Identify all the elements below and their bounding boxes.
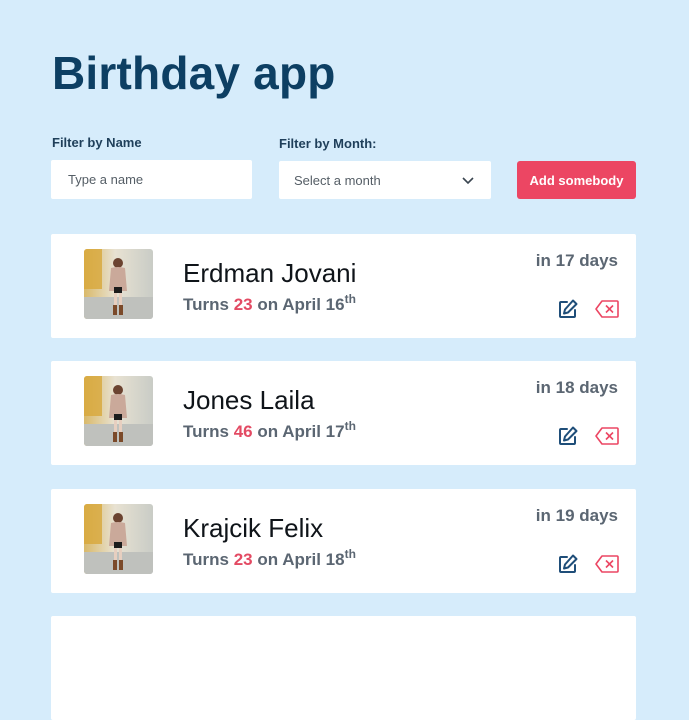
page-title: Birthday app xyxy=(52,47,336,99)
backspace-delete-icon[interactable] xyxy=(595,555,619,573)
date-suffix: th xyxy=(344,292,356,306)
age-value: 46 xyxy=(233,422,253,441)
avatar xyxy=(84,504,153,574)
person-card: Krajcik Felix Turns 23 on April 18th in … xyxy=(51,489,636,593)
birthday-info: Turns 46 on April 17th xyxy=(183,419,356,442)
person-name: Jones Laila xyxy=(183,385,315,415)
add-somebody-button[interactable]: Add somebody xyxy=(517,161,636,199)
countdown: in 19 days xyxy=(535,506,618,525)
person-card xyxy=(51,616,636,720)
avatar xyxy=(84,376,153,446)
countdown: in 18 days xyxy=(535,378,618,397)
filter-month-label: Filter by Month: xyxy=(279,136,377,151)
turns-prefix: Turns xyxy=(183,295,229,314)
filter-name-label: Filter by Name xyxy=(52,135,142,150)
turns-prefix: Turns xyxy=(183,550,229,569)
name-filter-input[interactable] xyxy=(51,160,252,199)
chevron-down-icon xyxy=(462,177,474,185)
edit-icon[interactable] xyxy=(557,425,579,447)
age-value: 23 xyxy=(233,295,253,314)
date-suffix: th xyxy=(344,419,356,433)
month-select-value: Select a month xyxy=(294,172,381,188)
person-card: Erdman Jovani Turns 23 on April 16th in … xyxy=(51,234,636,338)
birthday-date: on April 16 xyxy=(257,295,345,314)
birthday-info: Turns 23 on April 16th xyxy=(183,292,356,315)
edit-icon[interactable] xyxy=(557,553,579,575)
countdown: in 17 days xyxy=(535,251,618,270)
person-card: Jones Laila Turns 46 on April 17th in 18… xyxy=(51,361,636,465)
date-suffix: th xyxy=(344,547,356,561)
edit-icon[interactable] xyxy=(557,298,579,320)
month-select[interactable]: Select a month xyxy=(279,161,491,199)
backspace-delete-icon[interactable] xyxy=(595,300,619,318)
birthday-info: Turns 23 on April 18th xyxy=(183,547,356,570)
avatar xyxy=(84,249,153,319)
backspace-delete-icon[interactable] xyxy=(595,427,619,445)
birthday-date: on April 17 xyxy=(257,422,345,441)
age-value: 23 xyxy=(233,550,253,569)
birthday-date: on April 18 xyxy=(257,550,345,569)
person-name: Krajcik Felix xyxy=(183,513,324,543)
turns-prefix: Turns xyxy=(183,422,229,441)
person-name: Erdman Jovani xyxy=(183,258,357,288)
